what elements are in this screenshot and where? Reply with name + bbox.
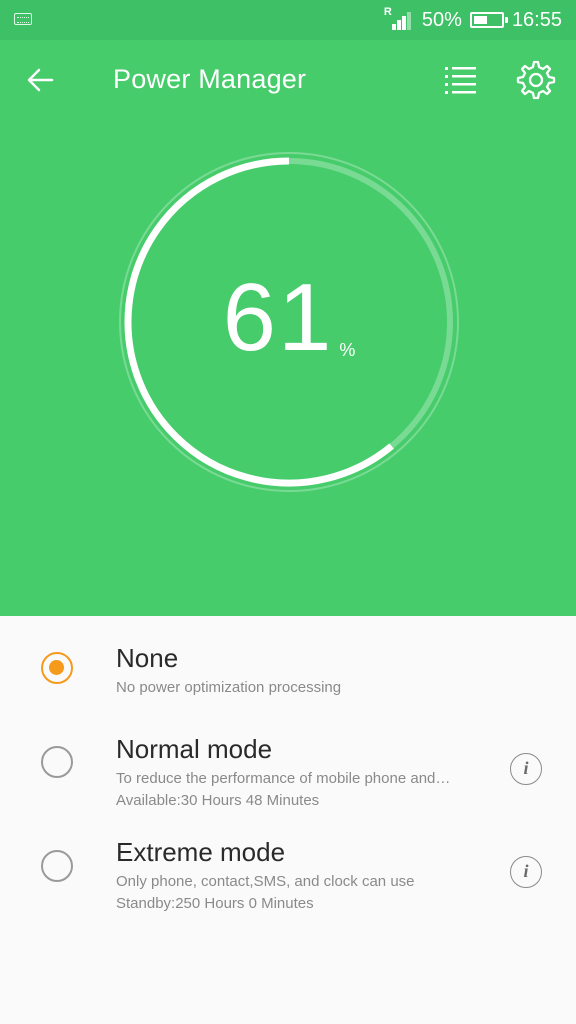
mode-description: Only phone, contact,SMS, and clock can u… (116, 873, 415, 890)
radio-unselected-icon[interactable] (41, 850, 73, 882)
list-icon[interactable] (440, 60, 480, 100)
gear-icon[interactable] (516, 60, 556, 100)
network-indicator: R (383, 6, 392, 18)
power-header: Power Manager 61 % (0, 40, 576, 616)
battery-icon (469, 12, 508, 28)
mode-detail: Available:30 Hours 48 Minutes (116, 792, 320, 809)
mode-detail: Standby:250 Hours 0 Minutes (116, 895, 314, 912)
mode-description: No power optimization processing (116, 679, 342, 696)
gauge-readout: 61 % (118, 151, 460, 493)
clock: 16:55 (511, 8, 562, 31)
mode-name: None (116, 643, 179, 673)
signal-icon: R (383, 6, 414, 32)
battery-percent: 50% (421, 8, 462, 31)
status-bar: R 50% 16:55 (0, 0, 576, 40)
keyboard-icon (14, 13, 32, 25)
info-icon[interactable]: i (510, 856, 542, 888)
info-icon[interactable]: i (510, 753, 542, 785)
battery-gauge: 61 % (118, 151, 460, 493)
power-mode-list: None No power optimization processing No… (0, 616, 576, 920)
mode-description: To reduce the performance of mobile phon… (116, 770, 451, 787)
back-arrow-icon[interactable] (22, 60, 62, 100)
radio-unselected-icon[interactable] (41, 746, 73, 778)
mode-name: Normal mode (116, 734, 273, 764)
battery-level-value: 61 (222, 264, 334, 371)
mode-option-none[interactable]: None No power optimization processing (0, 616, 576, 712)
mode-name: Extreme mode (116, 837, 286, 867)
status-right: R 50% 16:55 (384, 0, 562, 40)
radio-selected-icon[interactable] (41, 652, 73, 684)
page-title: Power Manager (113, 64, 307, 94)
mode-option-normal[interactable]: Normal mode To reduce the performance of… (0, 712, 576, 816)
app-bar: Power Manager (0, 40, 576, 120)
mode-option-extreme[interactable]: Extreme mode Only phone, contact,SMS, an… (0, 816, 576, 920)
battery-level-unit: % (339, 339, 356, 360)
